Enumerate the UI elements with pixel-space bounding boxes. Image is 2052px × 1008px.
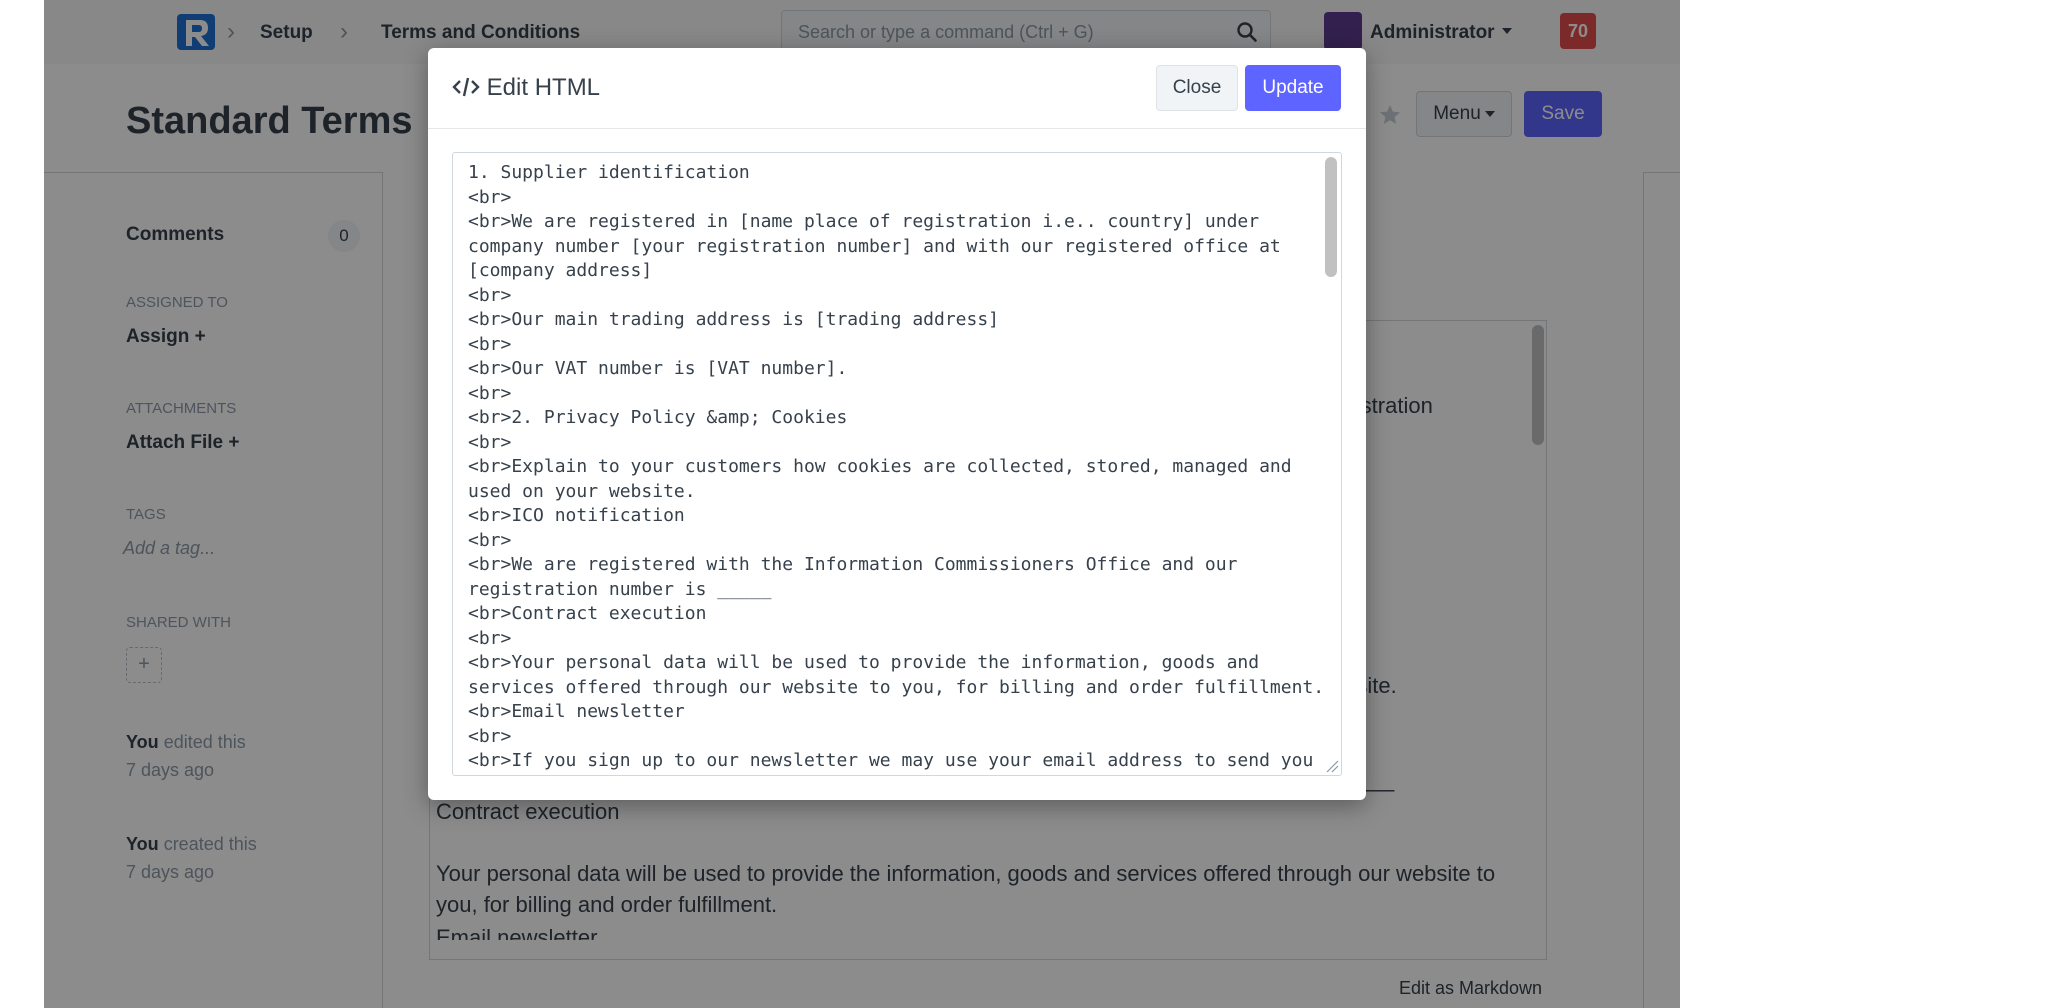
html-code-content: 1. Supplier identification <br> <br>We a… (468, 161, 1324, 774)
app-window: › Setup › Terms and Conditions Search or… (44, 0, 1680, 1008)
code-line: <br>If you sign up to our newsletter we … (468, 750, 1314, 771)
code-line: registration number is _____ (468, 578, 772, 600)
code-line: <br> (468, 382, 512, 404)
code-line: <br> (468, 284, 512, 306)
code-line: <br>Your personal data will be used to p… (468, 652, 1260, 673)
dialog-title: Edit HTML (452, 74, 600, 102)
code-line: <br> (468, 725, 512, 747)
code-line: company number [your registration number… (468, 235, 1281, 257)
code-line: <br>Our VAT number is [VAT number]. (468, 358, 848, 379)
update-button[interactable]: Update (1245, 65, 1341, 111)
code-line: <br>We are registered with the Informati… (468, 554, 1238, 575)
edit-html-dialog: Edit HTML Close Update 1. Supplier ident… (428, 48, 1366, 800)
code-line: <br>Email newsletter (468, 701, 685, 722)
dialog-title-text: Edit HTML (486, 74, 601, 101)
code-line: services offered through our website to … (468, 676, 1325, 698)
code-line: <br>Explain to your customers how cookie… (468, 456, 1292, 477)
dialog-header: Edit HTML Close Update (428, 48, 1366, 129)
close-button[interactable]: Close (1156, 65, 1238, 111)
code-line: <br>ICO notification (468, 505, 685, 526)
code-line: <br> (468, 186, 512, 208)
code-line: <br> (468, 627, 512, 649)
code-line: <br>2. Privacy Policy &amp; Cookies (468, 407, 848, 428)
resize-grip-icon[interactable] (1325, 759, 1339, 773)
code-line: [company address] (468, 260, 653, 281)
code-line: <br>Contract execution (468, 603, 707, 624)
html-code-textarea[interactable]: 1. Supplier identification <br> <br>We a… (452, 152, 1342, 776)
code-scrollbar[interactable] (1325, 157, 1337, 277)
code-line: <br> (468, 333, 512, 355)
code-line: <br>Our main trading address is [trading… (468, 309, 1000, 330)
code-line: <br> (468, 431, 512, 453)
code-icon (452, 77, 480, 97)
code-line: <br>We are registered in [name place of … (468, 211, 1260, 232)
code-line: <br> (468, 529, 512, 551)
code-line: used on your website. (468, 480, 696, 502)
code-line: 1. Supplier identification (468, 162, 750, 183)
